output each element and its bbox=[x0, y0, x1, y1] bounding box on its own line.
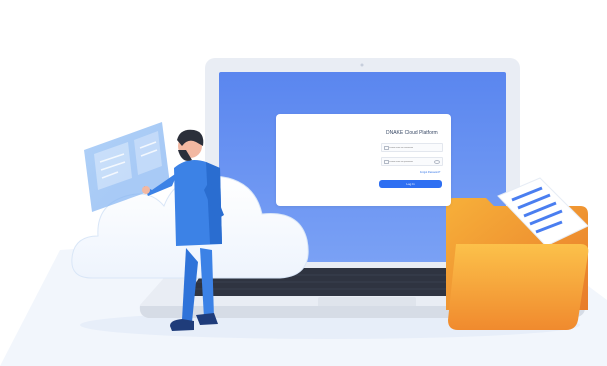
password-input[interactable] bbox=[389, 158, 429, 165]
eye-icon[interactable] bbox=[434, 160, 440, 164]
username-input[interactable] bbox=[389, 144, 429, 151]
laptop-camera bbox=[360, 63, 364, 67]
forgot-password-link[interactable]: Forgot Password? bbox=[420, 171, 440, 174]
folder-icon bbox=[446, 177, 589, 330]
username-field[interactable] bbox=[381, 143, 443, 152]
login-title: DNAKE Cloud Platform bbox=[386, 130, 438, 136]
login-button[interactable]: Log In bbox=[379, 180, 442, 188]
illustration-stage: DNAKE Cloud Platform Forgot Password? Lo… bbox=[0, 0, 607, 366]
password-field[interactable] bbox=[381, 157, 443, 166]
holographic-panel bbox=[84, 122, 170, 212]
